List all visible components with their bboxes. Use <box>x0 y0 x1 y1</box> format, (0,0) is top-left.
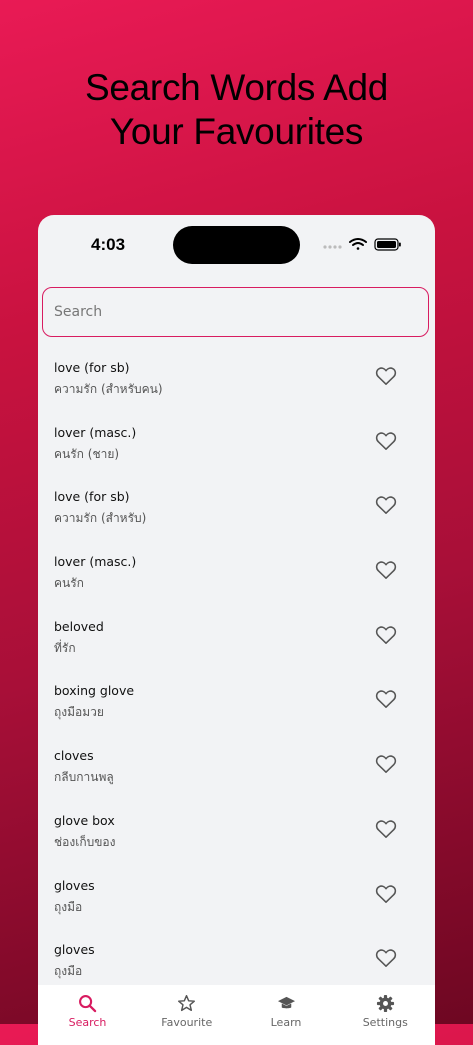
word-english: lover (masc.) <box>54 424 137 440</box>
word-thai: ความรัก (สำหรับคน) <box>54 382 163 396</box>
word-list-item[interactable]: love (for sb) ความรัก (สำหรับ) <box>38 465 435 530</box>
word-thai: ถุงมือ <box>54 964 83 979</box>
tab-label: Favourite <box>161 1016 213 1029</box>
word-thai: ที่รัก <box>54 640 76 655</box>
tab-label: Search <box>68 1016 107 1029</box>
word-english: glove box <box>54 812 115 828</box>
headline-line-1: Search Words Add <box>84 67 388 108</box>
heart-icon[interactable] <box>375 754 397 774</box>
word-list-item[interactable]: love (for sb) ความรัก (สำหรับคน) <box>38 336 435 401</box>
word-list-item[interactable]: gloves ถุงมือ <box>38 918 435 983</box>
tab-learn[interactable]: Learn <box>237 985 336 1045</box>
heart-icon[interactable] <box>375 560 397 580</box>
heart-icon[interactable] <box>375 819 397 839</box>
headline-line-2: Your Favourites <box>109 111 364 152</box>
tab-label: Settings <box>362 1016 408 1029</box>
word-list-item[interactable]: glove box ช่องเก็บของ <box>38 789 435 854</box>
word-list-item[interactable]: cloves กลีบกานพลู <box>38 724 435 789</box>
tab-search[interactable]: Search <box>38 985 137 1045</box>
word-english: love (for sb) <box>54 489 130 505</box>
word-thai: คนรัก <box>54 576 84 591</box>
word-english: cloves <box>54 748 94 764</box>
battery-icon <box>374 238 401 251</box>
phone-screen: 4:03 love (for sb)ความรัก (สำหรับคน)love… <box>38 215 435 1045</box>
word-thai: ถุงมือมวย <box>54 705 104 720</box>
word-english: gloves <box>54 877 95 893</box>
word-thai: ถุงมือ <box>54 899 83 914</box>
word-thai: กลีบกานพลู <box>54 770 114 785</box>
tab-bar: Search Favourite Learn Settings <box>38 985 435 1045</box>
word-english: love (for sb) <box>54 360 130 375</box>
word-list-item[interactable]: beloved ที่รัก <box>38 595 435 660</box>
status-bar: 4:03 <box>38 215 435 275</box>
heart-icon[interactable] <box>375 495 397 515</box>
signal-icon <box>323 245 342 249</box>
word-list-item[interactable]: lover (masc.) คนรัก <box>38 530 435 595</box>
search-input[interactable] <box>43 288 428 336</box>
promo-headline: Search Words Add Your Favourites <box>0 66 473 154</box>
search-icon <box>79 995 97 1013</box>
word-list: love (for sb) ความรัก (สำหรับคน) lover (ma… <box>38 336 435 983</box>
star-icon <box>178 994 196 1012</box>
word-english: lover (masc.) <box>54 554 137 570</box>
heart-icon[interactable] <box>375 366 397 386</box>
word-thai: ความรัก (สำหรับ) <box>54 511 147 526</box>
status-time: 4:03 <box>91 235 126 254</box>
heart-icon[interactable] <box>375 689 397 709</box>
wifi-icon <box>349 238 367 250</box>
word-english: gloves <box>54 942 95 958</box>
tab-settings[interactable]: Settings <box>336 985 435 1045</box>
word-list-item[interactable]: boxing glove ถุงมือมวย <box>38 659 435 724</box>
tab-favourite[interactable]: Favourite <box>137 985 236 1045</box>
word-english: beloved <box>54 618 104 634</box>
word-thai: ช่องเก็บของ <box>54 834 116 849</box>
heart-icon[interactable] <box>375 948 397 968</box>
search-field[interactable] <box>42 287 429 337</box>
tab-label: Learn <box>270 1016 302 1029</box>
word-list-item[interactable]: lover (masc.) คนรัก (ชาย) <box>38 401 435 466</box>
word-list-item[interactable]: gloves ถุงมือ <box>38 854 435 919</box>
heart-icon[interactable] <box>375 431 397 451</box>
word-thai: คนรัก (ชาย) <box>54 446 120 461</box>
gear-icon <box>376 994 394 1013</box>
status-icons <box>323 238 401 251</box>
graduation-cap-icon <box>277 996 295 1009</box>
dynamic-island <box>173 226 300 264</box>
heart-icon[interactable] <box>375 884 397 904</box>
word-english: boxing glove <box>54 683 135 699</box>
heart-icon[interactable] <box>375 625 397 645</box>
